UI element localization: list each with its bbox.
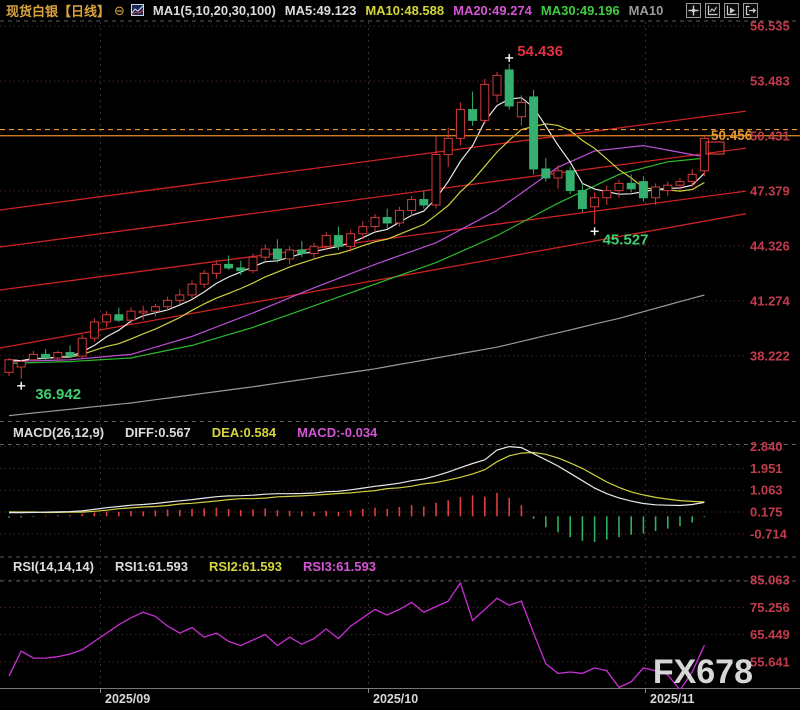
candle (5, 360, 13, 373)
candle (603, 191, 611, 198)
y-axis-label: 75.256 (750, 600, 790, 615)
candle (334, 236, 342, 247)
candle (188, 284, 196, 295)
candle (371, 218, 379, 227)
y-axis-label: -0.714 (750, 526, 788, 541)
y-axis-label: 44.326 (750, 238, 790, 253)
macd-indicator-label: MACD(26,12,9) DIFF:0.567 DEA:0.584 MACD:-0.… (4, 425, 389, 440)
candle (505, 70, 513, 106)
candle (139, 311, 147, 313)
candle (29, 354, 37, 359)
candle (639, 182, 647, 198)
candle (542, 169, 550, 178)
fx678-watermark: FX678 (653, 653, 753, 691)
candle (200, 273, 208, 284)
candle (249, 257, 257, 271)
candle (578, 191, 586, 209)
y-axis-label: 41.274 (750, 293, 791, 308)
candle (530, 97, 538, 169)
candle (310, 246, 318, 253)
candle (237, 268, 245, 271)
macd-panel[interactable] (0, 445, 746, 557)
candle (566, 171, 574, 191)
y-axis-label: 55.641 (750, 654, 790, 669)
candle (493, 75, 501, 95)
annotation-text: 54.436 (517, 43, 563, 60)
annotation-text: 36.942 (35, 386, 81, 403)
y-axis-label: 85.063 (750, 573, 790, 588)
candle (103, 315, 111, 322)
candle (164, 300, 172, 306)
candle (54, 353, 62, 358)
candle (322, 236, 330, 247)
candle (444, 138, 452, 154)
macd-label-part-0: MACD(26,12,9) (13, 425, 104, 440)
candle (347, 234, 355, 247)
macd-label-part-2: DEA:0.584 (212, 425, 276, 440)
y-axis-label: 53.483 (750, 74, 790, 89)
y-axis-label: 47.379 (750, 183, 790, 198)
candle (395, 210, 403, 223)
candle (78, 338, 86, 356)
candle (408, 200, 416, 211)
rsi-label-part-3: RSI3:61.593 (303, 559, 376, 574)
candle (652, 187, 660, 198)
y-axis-label: 1.063 (750, 483, 783, 498)
x-axis-label: 2025/09 (105, 692, 150, 706)
candle (517, 102, 525, 116)
annotation-text: 45.527 (603, 231, 649, 248)
x-axis-label: 2025/10 (373, 692, 418, 706)
candle (212, 264, 220, 273)
candle (176, 295, 184, 300)
candle (591, 198, 599, 207)
candle (151, 307, 159, 312)
x-axis-label: 2025/11 (650, 692, 695, 706)
candle (225, 264, 233, 268)
candle (615, 183, 623, 190)
y-axis-label: 0.175 (750, 505, 783, 520)
chart-canvas[interactable]: 54.436 45.527 36.942 50.456 56.535 53.483 50.4… (0, 0, 800, 710)
y-axis-label: 50.431 (750, 129, 790, 144)
candle (554, 171, 562, 178)
y-axis-label: 65.449 (750, 627, 790, 642)
y-axis-label: 2.840 (750, 439, 783, 454)
candle (286, 250, 294, 259)
macd-label-part-1: DIFF:0.567 (125, 425, 191, 440)
candle (664, 185, 672, 190)
y-axis-label: 56.535 (750, 19, 790, 34)
candle (90, 322, 98, 338)
y-axis-label: 1.951 (750, 461, 783, 476)
candle (676, 182, 684, 186)
candle (688, 174, 696, 181)
current-price-tag: 50.456 (711, 128, 753, 143)
candle (627, 183, 635, 188)
rsi-label-part-0: RSI(14,14,14) (13, 559, 94, 574)
rsi-panel[interactable] (0, 578, 746, 688)
y-axis-label: 38.222 (750, 348, 790, 363)
candle (420, 200, 428, 205)
candle (432, 155, 440, 205)
candle (66, 353, 74, 357)
candle (115, 315, 123, 320)
candle (273, 249, 281, 259)
candle (127, 311, 135, 320)
candle (359, 227, 367, 234)
rsi-label-part-2: RSI2:61.593 (209, 559, 282, 574)
candle (481, 84, 489, 120)
candle (17, 362, 25, 367)
candle (383, 218, 391, 223)
rsi-indicator-label: RSI(14,14,14) RSI1:61.593 RSI2:61.593 RSI3:… (4, 559, 388, 574)
candle (456, 110, 464, 139)
candle (469, 110, 477, 121)
candle (261, 249, 269, 257)
macd-label-part-3: MACD:-0.034 (297, 425, 377, 440)
candle (42, 354, 50, 358)
rsi-label-part-1: RSI1:61.593 (115, 559, 188, 574)
candle (298, 250, 306, 254)
